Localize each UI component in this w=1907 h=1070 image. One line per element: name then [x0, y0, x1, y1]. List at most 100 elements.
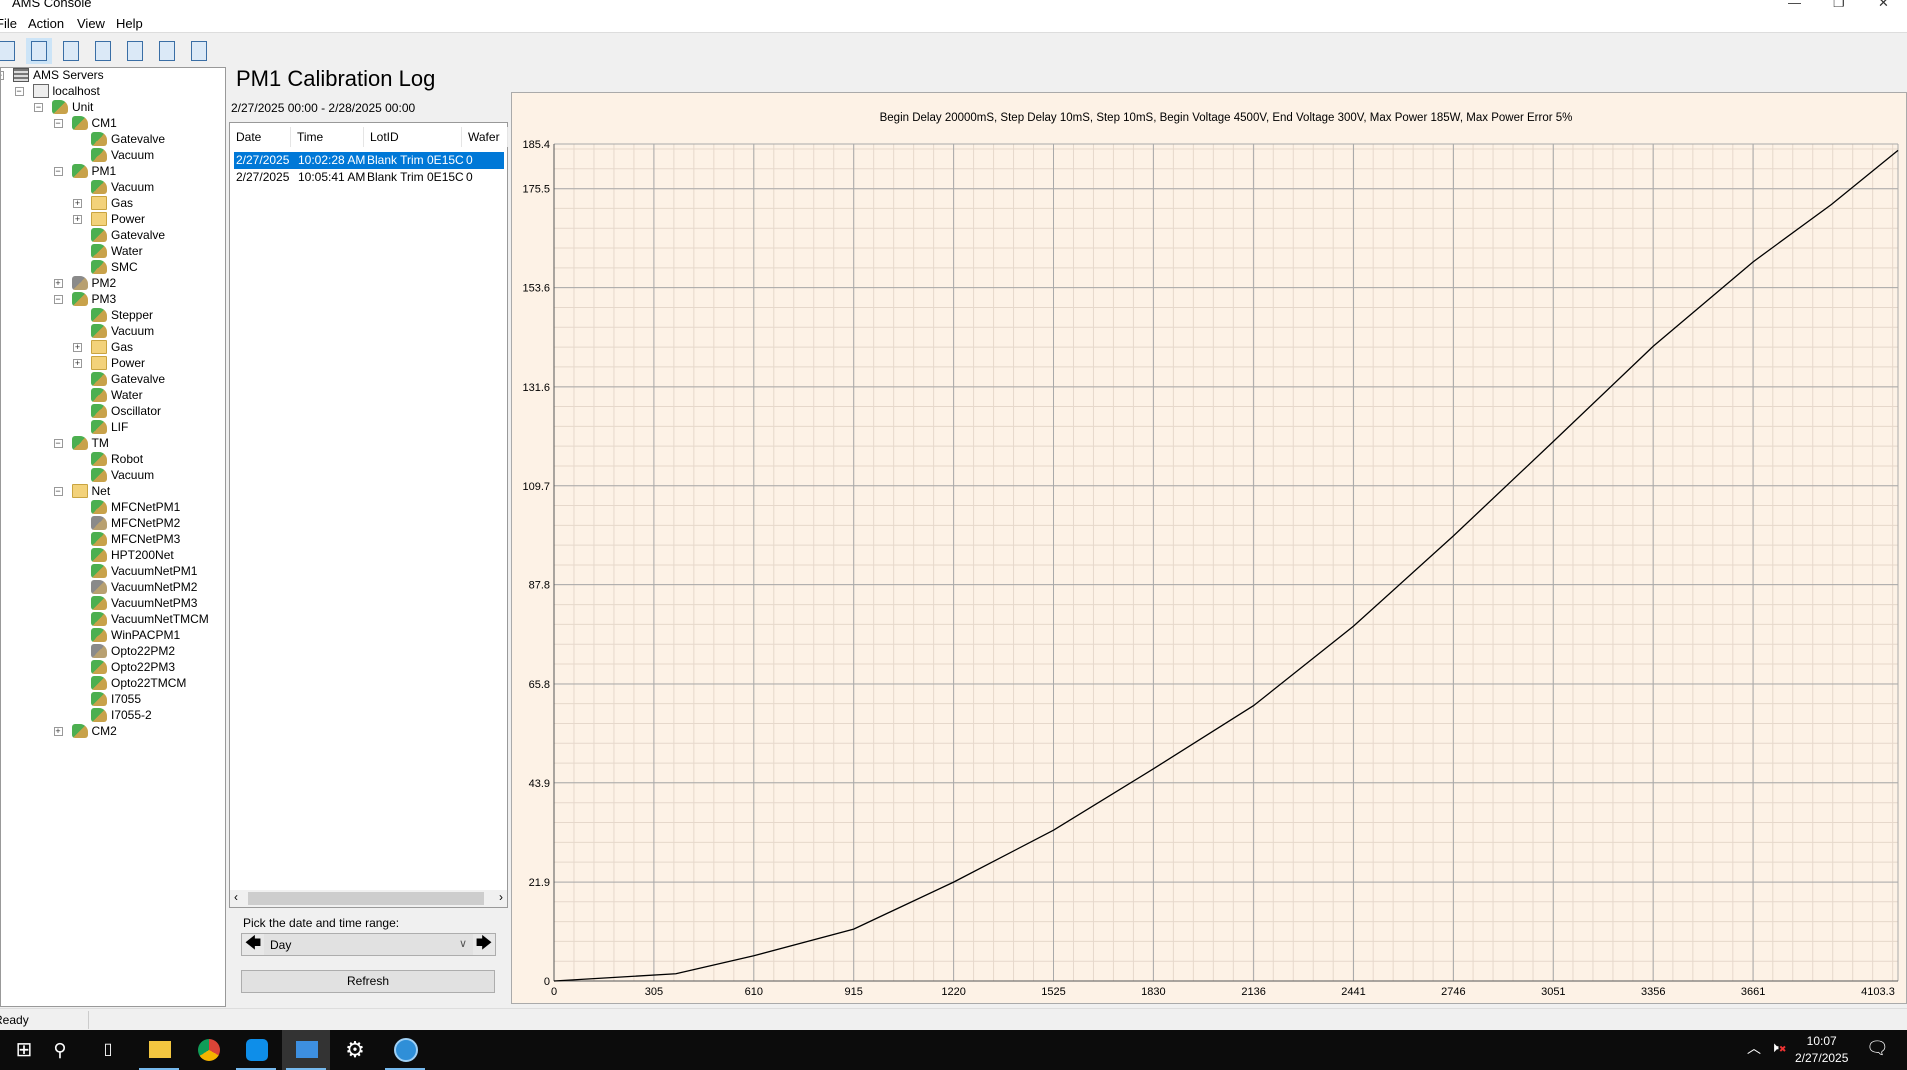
waveform-icon[interactable] [186, 38, 212, 64]
tree-node-label: PM3 [91, 292, 117, 306]
alert-icon[interactable] [0, 38, 20, 64]
menu-action[interactable]: Action [28, 16, 64, 31]
menu-view[interactable]: View [77, 16, 105, 31]
column-header-date[interactable]: Date [230, 127, 291, 147]
collapse-icon[interactable]: − [53, 167, 63, 176]
close-button[interactable]: ✕ [1878, 0, 1889, 11]
x-tick-label: 2136 [1241, 986, 1265, 998]
previous-range-button[interactable]: 🡄 [242, 934, 264, 955]
folder-icon [91, 356, 107, 370]
tree-node-label: Unit [72, 100, 94, 114]
expand-icon[interactable]: + [53, 279, 63, 288]
tree-node-label: HPT200Net [111, 548, 174, 562]
notification-icon[interactable]: 🗨 [1866, 1038, 1889, 1059]
tree-node-label: Oscillator [111, 404, 162, 418]
settings-gear-icon[interactable]: ⚙ [331, 1030, 379, 1070]
tree-node-label: MFCNetPM3 [111, 532, 181, 546]
x-tick-label: 915 [845, 986, 863, 998]
file-explorer-icon[interactable] [135, 1030, 183, 1070]
collapse-icon[interactable]: − [14, 87, 24, 96]
calibration-list[interactable]: Date Time LotID Wafer 2/27/2025 10:02:28 … [229, 122, 508, 908]
x-tick-label: 4103.3 [1861, 986, 1895, 998]
chrome-icon[interactable] [184, 1030, 232, 1070]
tree-node-label: Vacuum [111, 468, 155, 482]
tree-node-label: Gas [111, 340, 134, 354]
expand-icon[interactable]: + [73, 215, 82, 224]
device-offline-icon [71, 276, 88, 290]
ams-console-taskbar-icon[interactable] [282, 1030, 330, 1070]
tree-node-label: Stepper [111, 308, 154, 322]
collapse-icon[interactable]: − [53, 119, 63, 128]
device-icon [71, 724, 88, 738]
menu-file[interactable]: File [0, 16, 17, 31]
scroll-right-icon[interactable]: › [499, 890, 503, 904]
device-offline-icon [91, 644, 107, 658]
check-icon[interactable] [58, 38, 84, 64]
refresh-button[interactable]: Refresh [241, 970, 495, 993]
column-header-lotid[interactable]: LotID [364, 127, 462, 147]
x-tick-label: 2746 [1441, 986, 1465, 998]
app-circle-icon[interactable] [381, 1030, 429, 1070]
status-text: Ready [0, 1013, 29, 1027]
tree-node-label: TM [91, 436, 109, 450]
search-icon[interactable]: ⚲ [36, 1030, 84, 1070]
tree-node-label: Opto22TMCM [111, 676, 187, 690]
tree-node-label: Power [111, 212, 146, 226]
tree-node-label: CM1 [91, 116, 117, 130]
expand-icon[interactable]: + [53, 727, 63, 736]
tree-node-label: PM2 [91, 276, 117, 290]
sync-icon[interactable] [26, 38, 52, 64]
tree-node-label: VacuumNetPM3 [111, 596, 198, 610]
x-tick-label: 2441 [1341, 986, 1365, 998]
document-icon[interactable] [122, 38, 148, 64]
minimize-button[interactable]: — [1788, 0, 1801, 10]
table-cell: 2/27/2025 [236, 153, 290, 167]
x-tick-label: 305 [645, 986, 663, 998]
device-icon [91, 452, 107, 466]
y-tick-label: 185.4 [522, 139, 550, 151]
help-info-icon[interactable] [90, 38, 116, 64]
device-icon [71, 116, 88, 130]
column-header-time[interactable]: Time [291, 127, 364, 147]
menu-help[interactable]: Help [116, 16, 143, 31]
collapse-icon[interactable]: − [53, 295, 63, 304]
edit-icon[interactable] [154, 38, 180, 64]
scroll-left-icon[interactable]: ‹ [234, 890, 238, 904]
restore-button[interactable]: ❐ [1833, 0, 1845, 11]
expand-icon[interactable]: + [73, 199, 82, 208]
expand-icon[interactable]: + [73, 343, 82, 352]
y-tick-label: 43.9 [529, 778, 550, 790]
chevron-up-icon[interactable]: ︿ [1747, 1038, 1761, 1058]
chevron-down-icon[interactable]: ∨ [459, 937, 467, 950]
tree-node-label: I7055-2 [111, 708, 152, 722]
collapse-icon[interactable]: − [53, 487, 63, 496]
y-tick-label: 109.7 [522, 481, 550, 493]
device-icon [91, 308, 107, 322]
next-range-button[interactable]: 🡆 [473, 934, 495, 955]
collapse-icon[interactable]: − [34, 103, 43, 112]
teamviewer-icon[interactable] [232, 1030, 280, 1070]
column-header-wafer[interactable]: Wafer [462, 127, 508, 147]
expand-icon[interactable]: + [73, 359, 82, 368]
device-icon [71, 436, 88, 450]
date-range-label: 2/27/2025 00:00 - 2/28/2025 00:00 [231, 101, 416, 115]
scrollbar-thumb[interactable] [248, 892, 484, 905]
collapse-icon[interactable]: − [1, 71, 4, 80]
range-select[interactable]: 🡄 Day ∨ 🡆 [241, 933, 496, 956]
clock[interactable]: 10:07 2/27/2025 [1795, 1033, 1848, 1067]
tree-node-label: SMC [111, 260, 138, 274]
table-row[interactable]: 2/27/2025 10:02:28 AM Blank Trim 0E15C 0 [234, 152, 504, 169]
y-tick-label: 175.5 [522, 184, 550, 196]
device-icon [91, 132, 107, 146]
device-tree[interactable]: −AMS Servers−localhost−Unit−CM1Gatevalve… [0, 67, 226, 1007]
task-view-icon[interactable]: ▯ [84, 1030, 132, 1070]
speaker-muted-icon[interactable]: 🕨✖ [1770, 1039, 1786, 1056]
table-row[interactable]: 2/27/2025 10:05:41 AM Blank Trim 0E15C 0 [234, 169, 504, 186]
page-title: PM1 Calibration Log [236, 66, 436, 91]
folder-icon [91, 196, 107, 210]
x-tick-label: 1525 [1041, 986, 1065, 998]
collapse-icon[interactable]: − [53, 439, 63, 448]
x-tick-label: 610 [745, 986, 763, 998]
device-icon [91, 228, 107, 242]
tree-node-label: localhost [52, 84, 100, 98]
